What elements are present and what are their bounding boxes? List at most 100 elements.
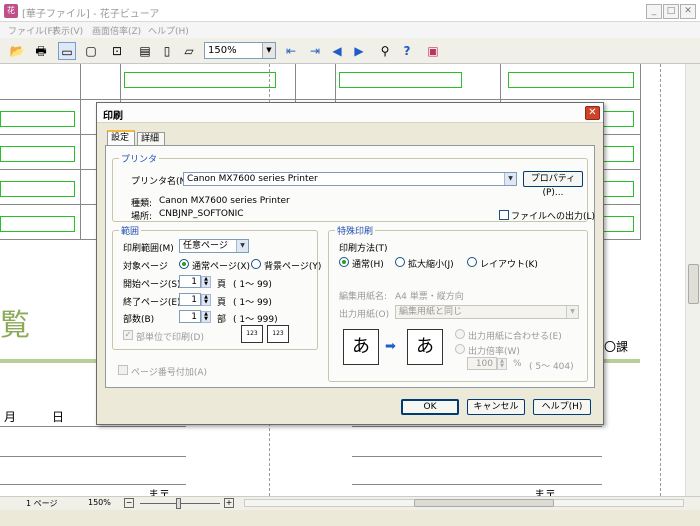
arrow-right-icon: ➡ — [385, 339, 396, 354]
output-scale-radio[interactable] — [455, 344, 465, 354]
menu-file[interactable]: ファイル(F) — [8, 24, 56, 37]
cancel-button[interactable]: キャンセル — [467, 399, 525, 415]
output-paper-value: 編集用紙と同じ — [399, 307, 463, 317]
zoom-slider-handle[interactable] — [176, 498, 181, 509]
copies-range: ( 1〜 999) — [233, 315, 278, 325]
copies-label: 部数(B) — [123, 315, 155, 325]
special-group-label: 特殊印刷 — [335, 224, 376, 237]
location-value: CNBJNP_SOFTONIC — [159, 209, 244, 219]
type-value: Canon MX7600 series Printer — [159, 196, 290, 206]
next-document-icon[interactable]: ⇥ — [306, 42, 324, 60]
start-unit: 頁 — [217, 280, 227, 290]
ok-button[interactable]: OK — [401, 399, 459, 415]
page-height-icon[interactable]: ▱ — [180, 42, 198, 60]
copies-unit: 部 — [217, 315, 227, 325]
chevron-down-icon[interactable]: ▼ — [504, 173, 516, 185]
chevron-down-icon[interactable]: ▼ — [566, 306, 578, 318]
fit-paper-radio[interactable] — [455, 329, 465, 339]
copies-stepper[interactable]: ▲ ▼ — [201, 311, 211, 323]
end-page-stepper[interactable]: ▲ ▼ — [201, 294, 211, 306]
chevron-down-icon[interactable]: ▼ — [236, 240, 248, 252]
zoom-fit-icon[interactable]: ▤ — [136, 42, 154, 60]
method-label: 印刷方法(T) — [339, 244, 388, 254]
close-button[interactable]: ✕ — [680, 4, 696, 19]
postal-label: ま〒 — [148, 488, 170, 496]
collate-icon: 123 — [241, 325, 263, 343]
page-number-label: ページ番号付加(A) — [131, 368, 207, 378]
green-field — [124, 72, 276, 88]
method-layout-label: レイアウト(K) — [480, 260, 538, 270]
zoom-out-button[interactable]: − — [124, 498, 134, 508]
end-page-input[interactable]: 1 — [179, 293, 201, 306]
screen-icon[interactable]: ⊡ — [108, 42, 126, 60]
exit-icon[interactable]: ▣ — [424, 42, 442, 60]
zoom-indicator: 150% — [88, 498, 111, 507]
month-label: 月 — [4, 410, 17, 424]
method-normal-radio[interactable] — [339, 257, 349, 267]
scroll-thumb[interactable] — [688, 264, 699, 304]
start-page-label: 開始ページ(S) — [123, 280, 181, 290]
horizontal-scroll-thumb[interactable] — [414, 499, 554, 507]
method-scale-radio[interactable] — [395, 257, 405, 267]
target-label: 対象ページ — [123, 262, 168, 272]
preview-after: あ — [407, 329, 443, 365]
method-layout-radio[interactable] — [467, 257, 477, 267]
help-icon[interactable]: ? — [398, 42, 416, 60]
end-unit: 頁 — [217, 298, 227, 308]
target-background-radio[interactable] — [251, 259, 261, 269]
tab-details[interactable]: 詳細 — [137, 132, 165, 145]
end-page-label: 終了ページ(E) — [123, 298, 181, 308]
open-icon[interactable]: 📂 — [8, 42, 26, 60]
print-icon[interactable]: 🖶 — [32, 42, 50, 60]
collate-checkbox[interactable]: ✓ — [123, 330, 133, 340]
menu-help[interactable]: ヘルプ(H) — [148, 24, 189, 37]
printer-group-label: プリンタ — [119, 152, 160, 165]
search-icon[interactable]: ⚲ — [376, 42, 394, 60]
properties-button[interactable]: プロパティ(P)... — [523, 171, 583, 198]
zoom-value: 150% — [208, 45, 237, 56]
help-button[interactable]: ヘルプ(H) — [533, 399, 591, 415]
target-normal-label: 通常ページ(X) — [192, 262, 251, 272]
preview-before: あ — [343, 329, 379, 365]
tab-settings[interactable]: 設定 — [107, 130, 135, 145]
dialog-close-button[interactable]: ✕ — [585, 106, 600, 120]
copies-input[interactable]: 1 — [179, 310, 201, 323]
green-field — [0, 216, 75, 232]
single-page-icon[interactable]: ▭ — [58, 42, 76, 60]
collate-icon: 123 — [267, 325, 289, 343]
start-range: ( 1〜 99) — [233, 280, 272, 290]
type-label: 種類: — [131, 199, 153, 209]
vertical-scrollbar[interactable] — [685, 64, 700, 496]
page-indicator: 1 ページ — [26, 499, 58, 508]
end-range: ( 1〜 99) — [233, 298, 272, 308]
status-bar: 1 ページ 150% − + — [0, 496, 700, 510]
printer-group: プリンタ プリンタ名(N) Canon MX7600 series Printe… — [112, 152, 595, 222]
menu-zoom[interactable]: 画面倍率(Z) — [92, 24, 141, 37]
maximize-button[interactable]: □ — [663, 4, 679, 19]
target-normal-radio[interactable] — [179, 259, 189, 269]
menu-view[interactable]: 表示(V) — [52, 24, 83, 37]
edit-paper-label: 編集用紙名: — [339, 292, 388, 302]
start-page-input[interactable]: 1 — [179, 275, 201, 288]
printer-name-select[interactable]: Canon MX7600 series Printer ▼ — [183, 172, 517, 186]
previous-page-icon[interactable]: ◀ — [328, 42, 346, 60]
zoom-in-button[interactable]: + — [224, 498, 234, 508]
collate-label: 部単位で印刷(D) — [136, 333, 204, 343]
scale-range: ( 5〜 404) — [529, 362, 574, 372]
zoom-select[interactable]: 150% ▼ — [204, 42, 276, 59]
output-scale-stepper[interactable]: ▲ ▼ — [497, 358, 507, 370]
minimize-button[interactable]: _ — [646, 4, 662, 19]
chevron-down-icon[interactable]: ▼ — [262, 43, 275, 58]
next-page-icon[interactable]: ▶ — [350, 42, 368, 60]
output-paper-select[interactable]: 編集用紙と同じ ▼ — [395, 305, 579, 319]
start-page-stepper[interactable]: ▲ ▼ — [201, 276, 211, 288]
print-to-file-checkbox[interactable] — [499, 210, 509, 220]
print-to-file-label: ファイルへの出力(L) — [511, 212, 596, 222]
page-width-icon[interactable]: ▯ — [158, 42, 176, 60]
green-field — [339, 72, 462, 88]
range-select[interactable]: 任意ページ ▼ — [179, 239, 249, 253]
page-number-checkbox[interactable] — [118, 365, 128, 375]
output-scale-input[interactable]: 100 — [467, 357, 497, 370]
previous-document-icon[interactable]: ⇤ — [282, 42, 300, 60]
full-page-icon[interactable]: ▢ — [82, 42, 100, 60]
